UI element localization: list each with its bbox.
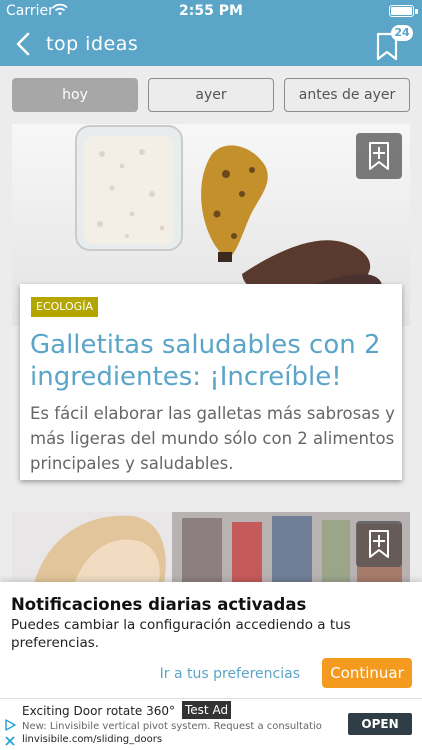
ad-description: New: Linvisibile vertical pivot system. …: [22, 721, 322, 732]
add-bookmark-icon: [369, 142, 389, 170]
category-tag[interactable]: ECOLOGÍA: [31, 297, 98, 317]
ad-title[interactable]: Exciting Door rotate 360°: [22, 704, 175, 718]
bookmarks-count-badge: 24: [391, 25, 413, 41]
ad-choices-icon[interactable]: [4, 719, 16, 731]
notification-title: Notificaciones diarias activadas: [11, 595, 307, 614]
notification-body: Puedes cambiar la configuración accedien…: [11, 617, 351, 651]
article-image[interactable]: [12, 512, 410, 592]
ad-label: Test Ad: [182, 701, 232, 719]
continue-button[interactable]: Continuar: [322, 658, 412, 688]
status-bar: Carrier 2:55 PM: [0, 0, 422, 22]
ad-url[interactable]: linvisibile.com/sliding_doors: [22, 734, 162, 745]
battery-tip: [415, 9, 418, 14]
day-tabs: hoy ayer antes de ayer: [12, 78, 410, 112]
nav-bar: top ideas 24: [0, 22, 422, 66]
article-card-body[interactable]: ECOLOGÍA Galletitas saludables con 2 ing…: [20, 284, 402, 480]
back-chevron-icon[interactable]: [12, 30, 36, 58]
add-bookmark-button[interactable]: [356, 521, 402, 567]
article-card[interactable]: [12, 512, 410, 592]
notification-banner: Notificaciones diarias activadas Puedes …: [0, 582, 422, 698]
close-icon[interactable]: [4, 735, 16, 747]
article-title[interactable]: Galletitas saludables con 2 ingredientes…: [30, 329, 398, 393]
tab-hoy[interactable]: hoy: [12, 78, 138, 112]
add-bookmark-button[interactable]: [356, 133, 402, 179]
tab-antes-de-ayer[interactable]: antes de ayer: [284, 78, 410, 112]
battery-icon: [389, 5, 414, 17]
preferences-link[interactable]: Ir a tus preferencias: [160, 666, 300, 682]
page-title: top ideas: [46, 33, 139, 55]
clock: 2:55 PM: [179, 3, 243, 19]
ad-open-button[interactable]: OPEN: [348, 713, 412, 735]
article-card[interactable]: ECOLOGÍA Galletitas saludables con 2 ing…: [12, 124, 410, 492]
article-description: Es fácil elaborar las galletas más sabro…: [30, 404, 395, 473]
add-bookmark-icon: [369, 530, 389, 558]
ad-banner[interactable]: Exciting Door rotate 360° Test Ad New: L…: [0, 698, 422, 750]
tab-ayer[interactable]: ayer: [148, 78, 274, 112]
